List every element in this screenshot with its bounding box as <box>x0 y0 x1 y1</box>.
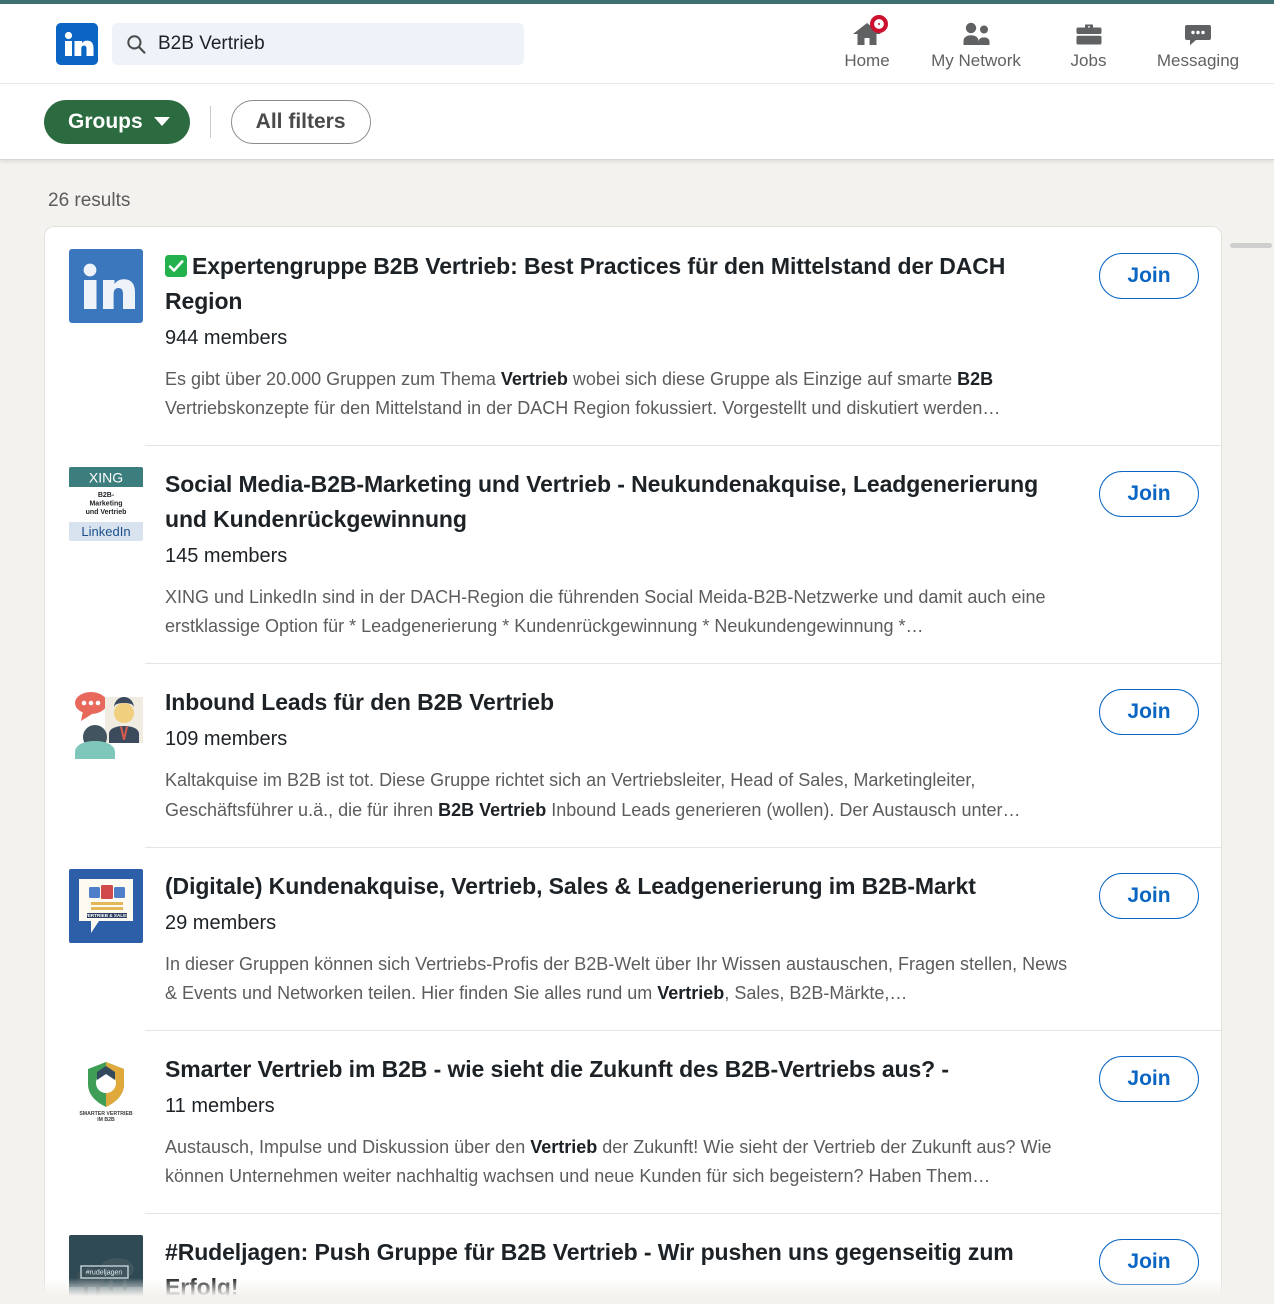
home-icon <box>852 15 888 49</box>
result-main: Social Media-B2B-Marketing und Vertrieb … <box>165 467 1099 641</box>
join-button[interactable]: Join <box>1099 872 1199 919</box>
result-row[interactable]: Inbound Leads für den B2B Vertrieb 109 m… <box>45 663 1221 846</box>
svg-text:IM B2B: IM B2B <box>97 1117 115 1123</box>
filter-groups-label: Groups <box>68 109 143 133</box>
nav-items: Home My Network Jobs Messaging <box>823 4 1260 84</box>
svg-text:VERTRIEB & SALES: VERTRIEB & SALES <box>85 913 129 918</box>
result-members: 145 members <box>165 545 288 568</box>
people-conversation-logo-avatar <box>69 685 143 760</box>
rudeljagen-photo-logo-avatar: #rudeljagen <box>69 1235 143 1304</box>
results-area: 26 results Expertengruppe B2B Vertrieb: … <box>0 160 1274 1304</box>
scrollbar-thumb[interactable] <box>1230 243 1272 248</box>
result-title-text: #Rudeljagen: Push Gruppe für B2B Vertrie… <box>165 1239 1014 1301</box>
result-members: 29 members <box>165 911 277 934</box>
svg-text:XING: XING <box>89 470 123 486</box>
result-title[interactable]: #Rudeljagen: Push Gruppe für B2B Vertrie… <box>165 1235 1083 1304</box>
result-title[interactable]: (Digitale) Kundenakquise, Vertrieb, Sale… <box>165 869 1083 904</box>
join-wrap: Join <box>1099 1235 1199 1286</box>
result-snippet: Es gibt über 20.000 Gruppen zum Thema Ve… <box>165 368 1001 419</box>
result-row[interactable]: XING B2B- Marketing und Vertrieb LinkedI… <box>45 445 1221 663</box>
result-main: (Digitale) Kundenakquise, Vertrieb, Sale… <box>165 869 1099 1008</box>
result-row[interactable]: #rudeljagen #Rudeljagen: Push Gruppe für… <box>45 1213 1221 1304</box>
nav-label-my-network: My Network <box>931 51 1021 70</box>
result-members: 11 members <box>165 1094 275 1117</box>
linkedin-square-logo-avatar <box>69 249 143 323</box>
shield-smarter-vertrieb-logo-avatar: SMARTER VERTRIEB IM B2B <box>69 1051 143 1126</box>
filter-groups-button[interactable]: Groups <box>44 99 190 144</box>
chevron-down-icon <box>153 117 170 126</box>
message-bubble-icon <box>1183 19 1213 49</box>
xing-linkedin-logo-avatar: XING B2B- Marketing und Vertrieb LinkedI… <box>69 467 143 542</box>
nav-label-jobs: Jobs <box>1070 51 1107 70</box>
people-icon <box>961 19 991 49</box>
result-title[interactable]: Inbound Leads für den B2B Vertrieb <box>165 685 1083 720</box>
result-row[interactable]: SMARTER VERTRIEB IM B2B Smarter Vertrieb… <box>45 1029 1221 1213</box>
result-title-text: Inbound Leads für den B2B Vertrieb <box>165 689 554 716</box>
svg-text:B2B-: B2B- <box>98 492 115 499</box>
result-title[interactable]: Expertengruppe B2B Vertrieb: Best Practi… <box>165 249 1083 319</box>
join-button[interactable]: Join <box>1099 689 1199 736</box>
search-box[interactable] <box>112 22 524 65</box>
svg-text:und Vertrieb: und Vertrieb <box>86 509 127 516</box>
result-title-text: Smarter Vertrieb im B2B - wie sieht die … <box>165 1055 949 1082</box>
result-snippet: In dieser Gruppen können sich Vertriebs-… <box>165 953 1068 1003</box>
result-title-text: (Digitale) Kundenakquise, Vertrieb, Sale… <box>165 872 976 899</box>
result-title[interactable]: Social Media-B2B-Marketing und Vertrieb … <box>165 467 1083 537</box>
notification-badge <box>870 15 888 33</box>
result-snippet: XING und LinkedIn sind in der DACH-Regio… <box>165 587 1046 637</box>
search-input[interactable] <box>158 22 510 65</box>
search-icon <box>126 34 146 54</box>
verified-check-icon <box>165 252 187 277</box>
result-main: Expertengruppe B2B Vertrieb: Best Practi… <box>165 249 1099 423</box>
svg-text:LinkedIn: LinkedIn <box>81 524 130 539</box>
svg-text:#rudeljagen: #rudeljagen <box>86 1270 123 1277</box>
all-filters-button[interactable]: All filters <box>230 99 371 144</box>
nav-label-home: Home <box>844 51 890 70</box>
join-wrap: Join <box>1099 869 1199 919</box>
join-wrap: Join <box>1099 249 1199 299</box>
linkedin-logo[interactable] <box>56 22 98 65</box>
nav-item-my-network[interactable]: My Network <box>911 4 1041 84</box>
result-title[interactable]: Smarter Vertrieb im B2B - wie sieht die … <box>165 1052 1083 1087</box>
result-main: Inbound Leads für den B2B Vertrieb 109 m… <box>165 685 1099 824</box>
result-members: 944 members <box>165 326 288 349</box>
join-button[interactable]: Join <box>1099 253 1199 299</box>
briefcase-icon <box>1074 19 1104 49</box>
svg-text:Marketing: Marketing <box>89 501 122 508</box>
nav-label-messaging: Messaging <box>1156 51 1240 70</box>
linkedin-search-page: Home My Network <box>0 0 1274 1304</box>
join-button[interactable]: Join <box>1099 1239 1199 1286</box>
results-count: 26 results <box>48 190 131 211</box>
result-title-text: Expertengruppe B2B Vertrieb: Best Practi… <box>165 253 1006 314</box>
join-button[interactable]: Join <box>1099 471 1199 518</box>
nav-item-home[interactable]: Home <box>823 4 911 84</box>
result-title-text: Social Media-B2B-Marketing und Vertrieb … <box>165 471 1039 533</box>
nav-item-messaging[interactable]: Messaging <box>1136 4 1260 84</box>
filter-divider <box>209 105 211 138</box>
result-main: #Rudeljagen: Push Gruppe für B2B Vertrie… <box>165 1235 1099 1304</box>
join-button[interactable]: Join <box>1099 1055 1199 1102</box>
results-card: Expertengruppe B2B Vertrieb: Best Practi… <box>44 226 1222 1304</box>
result-main: Smarter Vertrieb im B2B - wie sieht die … <box>165 1052 1099 1191</box>
result-members: 109 members <box>165 728 288 751</box>
join-wrap: Join <box>1099 685 1199 736</box>
join-wrap: Join <box>1099 1052 1199 1102</box>
result-row[interactable]: Expertengruppe B2B Vertrieb: Best Practi… <box>45 227 1221 445</box>
nav-item-jobs[interactable]: Jobs <box>1041 4 1136 84</box>
join-wrap: Join <box>1099 467 1199 518</box>
result-snippet: Kaltakquise im B2B ist tot. Diese Gruppe… <box>165 770 1021 820</box>
speech-bubble-badge-logo-avatar: VERTRIEB & SALES <box>69 868 143 943</box>
result-row[interactable]: VERTRIEB & SALES (Digitale) Kundenakquis… <box>45 846 1221 1030</box>
result-snippet: Austausch, Impulse und Diskussion über d… <box>165 1136 1052 1187</box>
filter-bar: Groups All filters <box>0 84 1274 160</box>
global-navigation-bar: Home My Network <box>0 4 1274 84</box>
